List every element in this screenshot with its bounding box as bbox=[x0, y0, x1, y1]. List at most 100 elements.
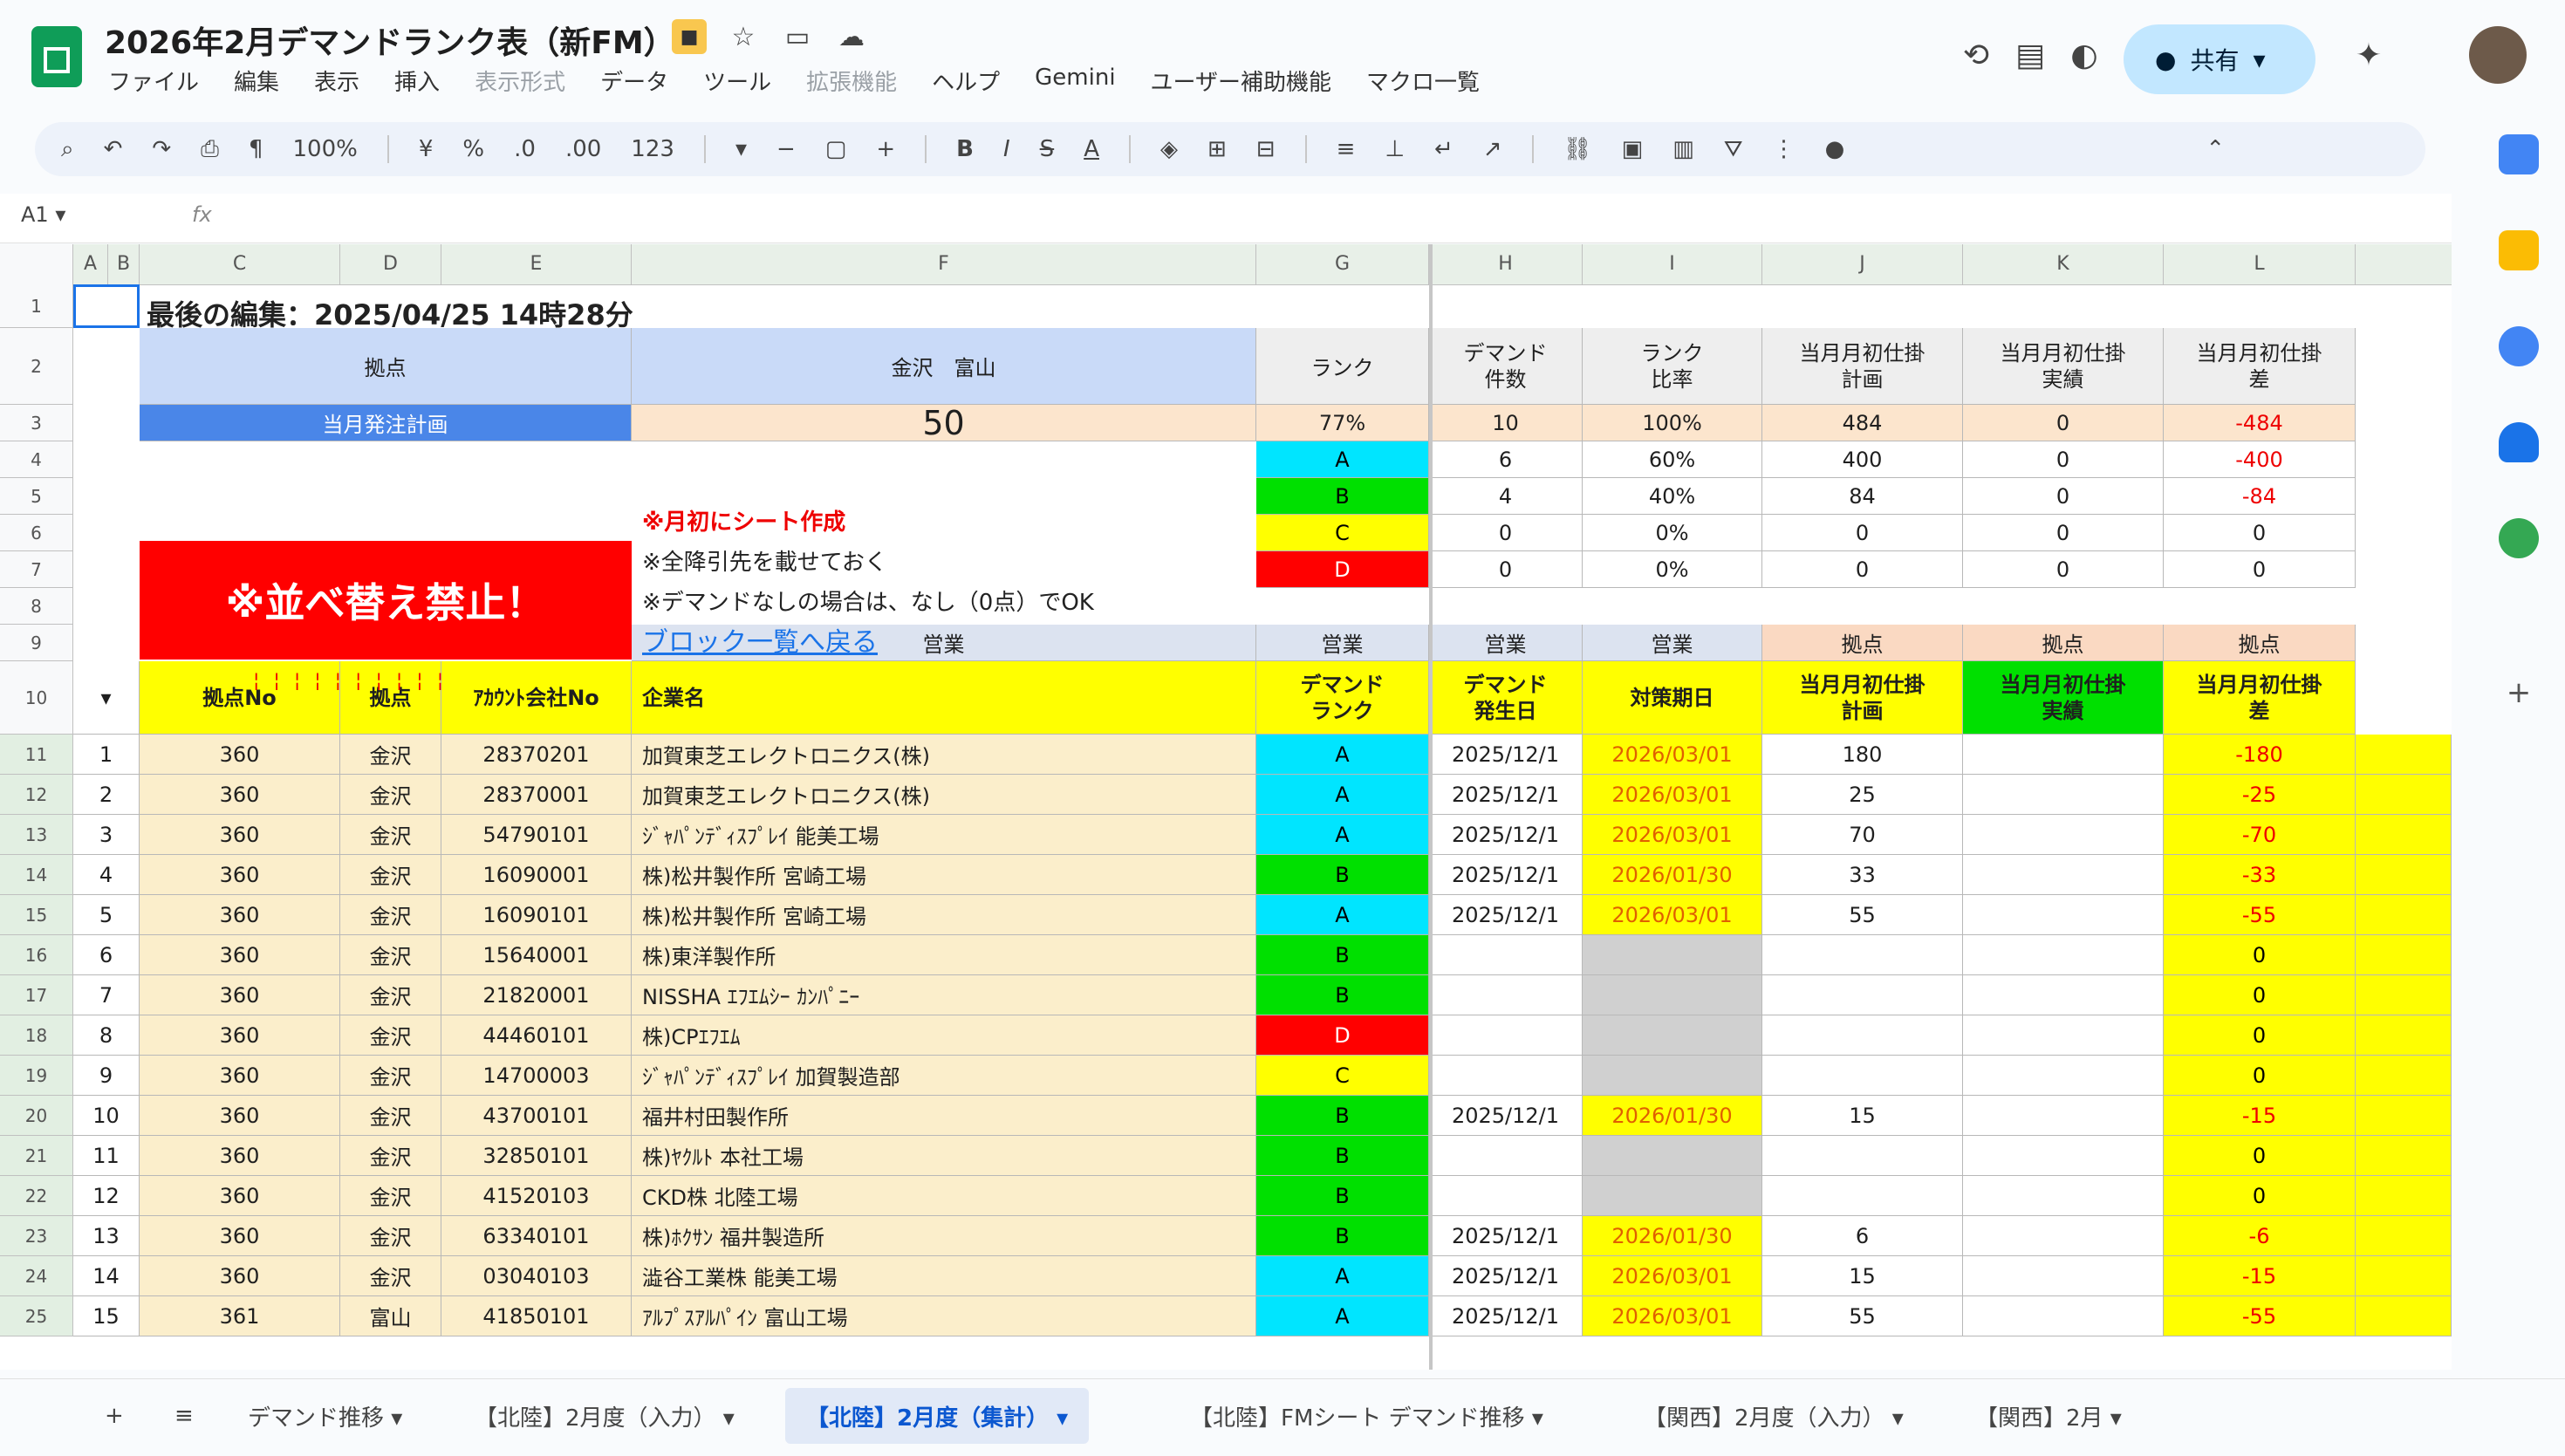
base-no[interactable]: 360 bbox=[140, 1216, 340, 1256]
demand-date[interactable]: 2025/12/1 bbox=[1429, 815, 1583, 855]
column-header[interactable]: B bbox=[108, 244, 140, 284]
plan-count[interactable]: 70 bbox=[1762, 815, 1963, 855]
tasks-icon[interactable] bbox=[2499, 326, 2539, 366]
header-rank[interactable]: ランク bbox=[1256, 328, 1429, 405]
diff-count[interactable]: 0 bbox=[2164, 1015, 2356, 1056]
demand-rank[interactable]: A bbox=[1256, 775, 1429, 815]
next-col-cell[interactable] bbox=[2356, 855, 2452, 895]
number-format-icon[interactable]: 123 bbox=[631, 136, 674, 162]
label-badge-icon[interactable]: ■ bbox=[672, 19, 707, 54]
demand-rank[interactable]: B bbox=[1256, 935, 1429, 975]
company-name[interactable]: 株)松井製作所 宮崎工場 bbox=[632, 855, 1256, 895]
account-no[interactable]: 15640001 bbox=[441, 935, 632, 975]
actual-count[interactable] bbox=[1963, 1216, 2164, 1256]
next-col-cell[interactable] bbox=[2356, 1296, 2452, 1336]
bold-icon[interactable]: B bbox=[956, 136, 974, 162]
base-name[interactable]: 富山 bbox=[340, 1296, 441, 1336]
gemini-icon[interactable]: ✦ bbox=[2347, 33, 2391, 77]
link-icon[interactable]: ⛓ bbox=[1563, 136, 1592, 162]
section-label[interactable]: 拠点 bbox=[2164, 625, 2356, 661]
sheet-tab[interactable]: 【北陸】FMシート デマンド推移 ▾ bbox=[1169, 1388, 1564, 1444]
column-header[interactable]: A bbox=[73, 244, 108, 284]
row-number[interactable]: 1 bbox=[73, 735, 140, 775]
company-name[interactable]: 株)ﾎｸｻﾝ 福井製造所 bbox=[632, 1216, 1256, 1256]
base-name[interactable]: 金沢 bbox=[340, 735, 441, 775]
plan-count[interactable] bbox=[1762, 1136, 1963, 1176]
font-size-minus-icon[interactable]: − bbox=[776, 136, 796, 162]
header-base[interactable]: 拠点 bbox=[140, 328, 632, 405]
table-header[interactable]: 対策期日 bbox=[1583, 661, 1762, 735]
base-no[interactable]: 360 bbox=[140, 1256, 340, 1296]
row-number[interactable]: 2 bbox=[73, 775, 140, 815]
row-number[interactable]: 7 bbox=[73, 975, 140, 1015]
diff-count[interactable]: -15 bbox=[2164, 1096, 2356, 1136]
merge-cells-icon[interactable]: ⊟ bbox=[1256, 136, 1276, 162]
base-name[interactable]: 金沢 bbox=[340, 895, 441, 935]
account-no[interactable]: 54790101 bbox=[441, 815, 632, 855]
actual-count[interactable] bbox=[1963, 935, 2164, 975]
sheet-tab[interactable]: デマンド推移 ▾ bbox=[227, 1388, 423, 1444]
company-name[interactable]: 澁谷工業株 能美工場 bbox=[632, 1256, 1256, 1296]
text-rotation-icon[interactable]: ↗ bbox=[1483, 136, 1502, 162]
due-date[interactable]: 2026/03/01 bbox=[1583, 1256, 1762, 1296]
diff-count[interactable]: -33 bbox=[2164, 855, 2356, 895]
plan-count[interactable]: 33 bbox=[1762, 855, 1963, 895]
base-name[interactable]: 金沢 bbox=[340, 1216, 441, 1256]
due-date[interactable]: 2026/03/01 bbox=[1583, 895, 1762, 935]
base-no[interactable]: 360 bbox=[140, 1096, 340, 1136]
rank-summary-value[interactable]: 0 bbox=[1963, 551, 2164, 588]
base-no[interactable]: 360 bbox=[140, 1056, 340, 1096]
demand-rank[interactable]: B bbox=[1256, 1096, 1429, 1136]
table-header[interactable]: 当月月初仕掛 差 bbox=[2164, 661, 2356, 735]
rank-cell[interactable]: D bbox=[1256, 551, 1429, 588]
search-icon[interactable]: ⌕ bbox=[61, 136, 74, 163]
undo-icon[interactable]: ↶ bbox=[104, 136, 123, 162]
rank-summary-value[interactable]: 4 bbox=[1429, 478, 1583, 515]
menu-item[interactable]: ファイル bbox=[108, 65, 199, 97]
rank-summary-value[interactable]: 60% bbox=[1583, 441, 1762, 478]
base-no[interactable]: 360 bbox=[140, 1136, 340, 1176]
due-date[interactable]: 2026/03/01 bbox=[1583, 735, 1762, 775]
menu-item[interactable]: ユーザー補助機能 bbox=[1151, 65, 1331, 97]
row-number[interactable]: 10 bbox=[73, 1096, 140, 1136]
comments-icon[interactable]: ▤ bbox=[2008, 33, 2052, 77]
actual-count[interactable] bbox=[1963, 1176, 2164, 1216]
rank-cell[interactable]: A bbox=[1256, 441, 1429, 478]
rank-summary-value[interactable]: 6 bbox=[1429, 441, 1583, 478]
row-header[interactable]: 12 bbox=[0, 775, 73, 815]
row-header[interactable]: 14 bbox=[0, 855, 73, 895]
font-select[interactable]: ▾ bbox=[735, 136, 747, 162]
plan-count[interactable] bbox=[1762, 935, 1963, 975]
next-col-cell[interactable] bbox=[2356, 1056, 2452, 1096]
menu-item[interactable]: ヘルプ bbox=[932, 65, 1000, 97]
base-no[interactable]: 360 bbox=[140, 1015, 340, 1056]
base-no[interactable]: 360 bbox=[140, 775, 340, 815]
due-date[interactable]: 2026/01/30 bbox=[1583, 855, 1762, 895]
actual-count[interactable] bbox=[1963, 1136, 2164, 1176]
actual-count[interactable] bbox=[1963, 1056, 2164, 1096]
next-col-cell[interactable] bbox=[2356, 775, 2452, 815]
font-size-input[interactable]: ▢ bbox=[825, 136, 847, 162]
menu-item[interactable]: 拡張機能 bbox=[806, 65, 897, 97]
base-name[interactable]: 金沢 bbox=[340, 1096, 441, 1136]
base-name[interactable]: 金沢 bbox=[340, 1056, 441, 1096]
column-header[interactable]: G bbox=[1256, 244, 1429, 284]
demand-date[interactable]: 2025/12/1 bbox=[1429, 1296, 1583, 1336]
section-label[interactable]: 拠点 bbox=[1963, 625, 2164, 661]
base-name[interactable]: 金沢 bbox=[340, 1256, 441, 1296]
due-date[interactable] bbox=[1583, 1015, 1762, 1056]
history-icon[interactable]: ⟲ bbox=[1954, 33, 1998, 77]
plan-count[interactable]: 15 bbox=[1762, 1256, 1963, 1296]
next-col-cell[interactable] bbox=[2356, 975, 2452, 1015]
rank-summary-value[interactable]: -400 bbox=[2164, 441, 2356, 478]
plan-count[interactable]: 15 bbox=[1762, 1096, 1963, 1136]
menu-item[interactable]: Gemini bbox=[1035, 65, 1115, 97]
text-color-icon[interactable]: A bbox=[1084, 136, 1099, 162]
demand-date[interactable]: 2025/12/1 bbox=[1429, 1096, 1583, 1136]
demand-date[interactable]: 2025/12/1 bbox=[1429, 1216, 1583, 1256]
contacts-icon[interactable] bbox=[2499, 422, 2539, 462]
rank-summary-value[interactable]: 0 bbox=[1963, 441, 2164, 478]
demand-rank[interactable]: A bbox=[1256, 815, 1429, 855]
rank-summary-value[interactable]: 0 bbox=[1963, 515, 2164, 551]
column-header[interactable]: H bbox=[1429, 244, 1583, 284]
